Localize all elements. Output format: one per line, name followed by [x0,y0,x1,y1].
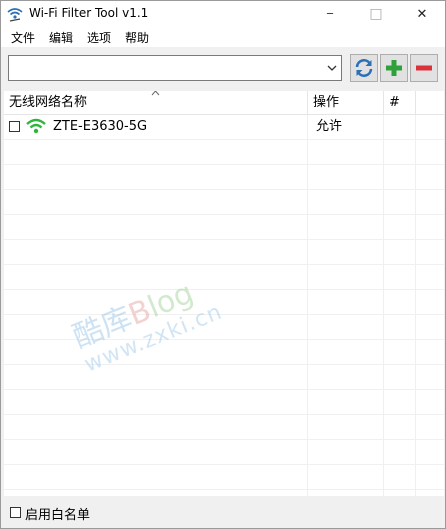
column-divider[interactable] [415,91,416,115]
refresh-button[interactable] [350,54,378,82]
column-divider[interactable] [383,91,384,115]
refresh-icon [355,59,373,77]
status-bar: 启用白名单 [1,497,445,528]
add-button[interactable] [380,54,408,82]
menu-bar: 文件 编辑 选项 帮助 [1,27,445,47]
empty-row [4,215,444,240]
menu-edit[interactable]: 编辑 [49,29,73,46]
minimize-button[interactable]: ─ [307,1,353,27]
empty-row [4,265,444,290]
close-icon: ✕ [416,6,428,22]
empty-row [4,440,444,465]
title-bar[interactable]: Wi-Fi Filter Tool v1.1 ─ □ ✕ [1,1,445,27]
column-header-index[interactable]: # [389,91,400,115]
empty-row [4,290,444,315]
wifi-filter-app-icon [7,8,23,22]
window-title: Wi-Fi Filter Tool v1.1 [29,6,149,20]
row-action[interactable]: 允许 [316,119,342,135]
menu-options[interactable]: 选项 [87,29,111,46]
whitelist-checkbox[interactable] [10,507,21,518]
minus-icon [416,65,432,71]
chevron-down-icon[interactable] [327,64,337,72]
empty-row [4,490,444,496]
toolbar [1,47,445,91]
column-header-action[interactable]: 操作 [313,91,339,115]
row-checkbox[interactable] [9,121,20,132]
menu-help[interactable]: 帮助 [125,29,149,46]
row-ssid: ZTE-E3630-5G [53,119,148,134]
remove-button[interactable] [410,54,438,82]
wifi-signal-icon [26,118,46,134]
table-row[interactable]: ZTE-E3630-5G 允许 [4,115,444,140]
minimize-icon: ─ [326,8,334,20]
sort-ascending-icon [151,91,160,96]
empty-row [4,240,444,265]
empty-row [4,165,444,190]
app-window: Wi-Fi Filter Tool v1.1 ─ □ ✕ 文件 编辑 选项 帮助 [0,0,446,529]
network-list[interactable]: 无线网络名称 操作 # ZTE-E3630-5G 允许 酷库Blog www.z… [4,91,444,496]
maximize-button[interactable]: □ [353,1,399,27]
empty-row [4,365,444,390]
empty-row [4,415,444,440]
close-button[interactable]: ✕ [399,1,445,27]
network-combo[interactable] [8,55,342,81]
column-header-ssid[interactable]: 无线网络名称 [9,91,87,115]
maximize-icon: □ [369,6,383,22]
empty-row [4,315,444,340]
menu-file[interactable]: 文件 [11,29,35,46]
empty-row [4,340,444,365]
empty-row [4,390,444,415]
empty-row [4,465,444,490]
plus-icon [386,60,402,76]
whitelist-label[interactable]: 启用白名单 [25,504,90,523]
empty-row [4,140,444,165]
list-header: 无线网络名称 操作 # [4,91,444,115]
column-divider[interactable] [307,91,308,115]
empty-row [4,190,444,215]
